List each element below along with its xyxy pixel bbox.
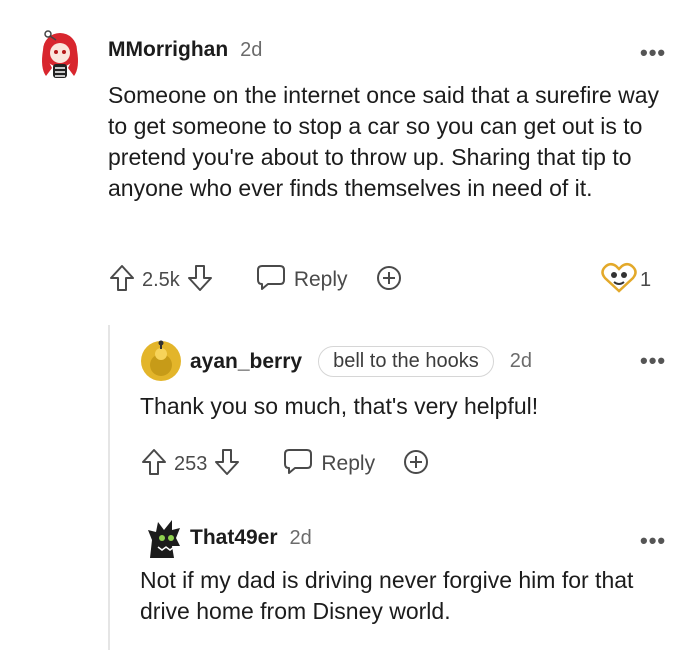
thread-line[interactable] [108,325,110,650]
comment-header: That49er 2d [190,526,312,550]
comment-bubble-icon [256,263,294,297]
downvote-icon[interactable] [213,447,241,482]
vote-count: 253 [174,452,208,475]
username[interactable]: That49er [190,526,278,550]
reply-label: Reply [321,452,376,475]
award-count: 1 [640,268,652,291]
upvote-icon[interactable] [140,447,168,482]
comment-header: ayan_berry bell to the hooks 2d [190,346,532,377]
timestamp: 2d [509,350,532,372]
username[interactable]: MMorrighan [108,38,228,62]
award-icon[interactable] [401,447,431,482]
heart-award-icon [600,262,638,299]
comment-body: Someone on the internet once said that a… [108,82,660,201]
vote-count: 2.5k [142,268,180,291]
avatar[interactable] [144,516,184,560]
comment-ayan-berry: ayan_berry bell to the hooks 2d ••• Than… [130,330,700,500]
downvote-icon[interactable] [186,263,214,298]
comment-header: MMorrighan 2d [108,38,262,62]
avatar[interactable] [34,28,86,80]
reply-button[interactable]: Reply [256,263,348,297]
comment-that49er: That49er 2d ••• Not if my dad is driving… [130,510,700,650]
award-icon[interactable] [374,263,404,298]
comment-mmorrighan: MMorrighan 2d ••• Someone on the interne… [0,0,700,320]
more-options-button[interactable]: ••• [640,350,666,372]
upvote-icon[interactable] [108,263,136,298]
comment-actions: 253 Reply [140,447,431,481]
avatar[interactable] [140,340,182,382]
more-options-button[interactable]: ••• [640,42,666,64]
comment-actions: 2.5k Reply [108,263,404,297]
comment-bubble-icon [283,447,321,481]
user-flair: bell to the hooks [318,346,494,377]
award-display[interactable]: 1 [600,262,657,299]
reply-label: Reply [293,268,348,291]
timestamp: 2d [289,527,312,549]
comment-body: Thank you so much, that's very helpful! [140,393,539,419]
comment-body: Not if my dad is driving never forgive h… [140,567,634,624]
username[interactable]: ayan_berry [190,350,302,374]
more-options-button[interactable]: ••• [640,530,666,552]
reply-button[interactable]: Reply [283,447,375,481]
timestamp: 2d [240,39,263,61]
